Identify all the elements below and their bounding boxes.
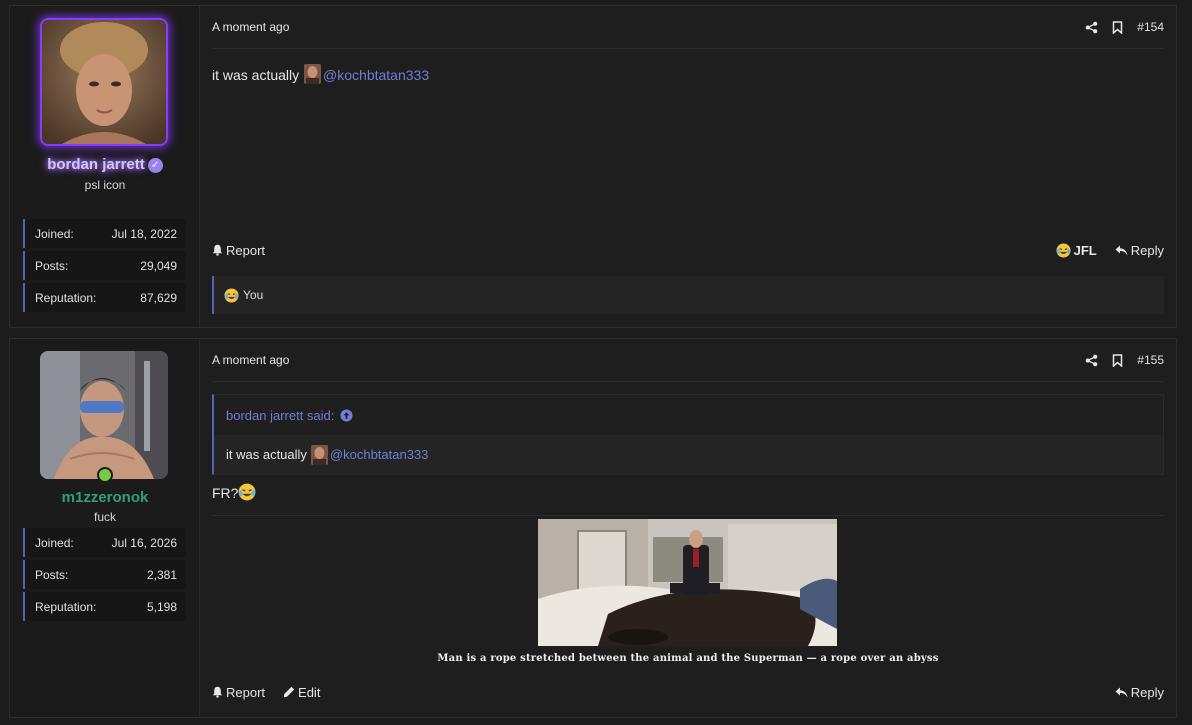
quote-author[interactable]: bordan jarrett said: — [226, 408, 334, 423]
stat-joined: Joined: Jul 16, 2026 — [23, 528, 186, 557]
post-body: it was actually @kochbtatan333 — [212, 64, 429, 84]
username[interactable]: m1zzeronok — [10, 489, 200, 506]
reply-button[interactable]: Reply — [1115, 685, 1164, 700]
stat-label: Joined: — [35, 535, 74, 550]
mention-avatar — [310, 444, 328, 465]
stat-posts[interactable]: Posts: 29,049 — [23, 251, 186, 280]
stat-label: Reputation: — [35, 599, 97, 614]
user-stats: Joined: Jul 16, 2026 Posts: 2,381 Reputa… — [23, 528, 186, 624]
stat-label: Reputation: — [35, 290, 97, 305]
stat-reputation: Reputation: 87,629 — [23, 283, 186, 312]
reply-arrow-icon — [1115, 245, 1128, 255]
signature-caption: Man is a rope stretched between the anim… — [437, 653, 939, 664]
stat-joined: Joined: Jul 18, 2022 — [23, 219, 186, 248]
laughing-crying-emoji — [239, 483, 256, 501]
quote-content: it was actually @kochbtatan333 — [214, 435, 1163, 474]
stat-value: Jul 18, 2022 — [111, 226, 177, 241]
user-stats: Joined: Jul 18, 2022 Posts: 29,049 Reput… — [23, 219, 186, 315]
bell-icon — [212, 686, 223, 698]
bell-icon — [212, 244, 223, 256]
stat-value: Jul 16, 2026 — [111, 535, 177, 550]
quote-header[interactable]: bordan jarrett said: — [214, 395, 1163, 435]
post-body: FR? — [212, 483, 1164, 516]
user-sidebar: m1zzeronok fuck Joined: Jul 16, 2026 Pos… — [10, 339, 200, 717]
post-actions: Report JFL Reply — [212, 239, 1164, 261]
post-number[interactable]: #155 — [1137, 353, 1164, 367]
post-time[interactable]: A moment ago — [212, 20, 289, 34]
check-badge-icon: ✓ — [147, 158, 163, 173]
user-title: psl icon — [84, 178, 126, 192]
post-number[interactable]: #154 — [1137, 20, 1164, 34]
post-time[interactable]: A moment ago — [212, 353, 289, 367]
share-icon[interactable] — [1085, 354, 1098, 367]
share-icon[interactable] — [1085, 21, 1098, 34]
stat-reputation: Reputation: 5,198 — [23, 592, 186, 621]
post-content: A moment ago #155 bordan jarrett said: i… — [200, 339, 1176, 717]
bookmark-icon[interactable] — [1112, 20, 1123, 34]
post-meta: A moment ago #155 — [212, 339, 1164, 382]
user-sidebar: bordan jarrett ✓ psl icon Joined: Jul 18,… — [10, 6, 200, 327]
reactions-summary[interactable]: You — [212, 276, 1164, 314]
avatar[interactable] — [40, 18, 168, 146]
bookmark-icon[interactable] — [1112, 353, 1123, 367]
username[interactable]: bordan jarrett ✓ — [10, 156, 200, 173]
avatar[interactable] — [40, 351, 168, 479]
post-155: m1zzeronok fuck Joined: Jul 16, 2026 Pos… — [9, 338, 1177, 718]
stat-label: Posts: — [35, 258, 69, 273]
post-meta-actions: #155 — [1085, 353, 1164, 367]
stat-value: 87,629 — [140, 290, 177, 305]
reply-arrow-icon — [1115, 687, 1128, 697]
reactions-users[interactable]: You — [243, 288, 263, 302]
post-meta-actions: #154 — [1085, 20, 1164, 34]
pencil-icon — [283, 686, 295, 698]
laughing-crying-emoji — [224, 287, 239, 303]
online-status-indicator — [97, 467, 113, 483]
quote-block: bordan jarrett said: it was actually @ko… — [212, 394, 1164, 475]
report-button[interactable]: Report — [212, 685, 265, 700]
stat-value: 5,198 — [146, 599, 177, 614]
mention-avatar — [304, 64, 322, 84]
stat-value[interactable]: 2,381 — [147, 568, 177, 582]
signature-gif — [538, 519, 837, 646]
report-button[interactable]: Report — [212, 243, 265, 258]
reply-button[interactable]: Reply — [1115, 243, 1164, 258]
post-154: bordan jarrett ✓ psl icon Joined: Jul 18,… — [9, 5, 1177, 328]
user-mention[interactable]: @kochbtatan333 — [323, 67, 429, 83]
stat-label: Joined: — [35, 226, 74, 241]
post-actions: Report Edit Reply — [212, 681, 1164, 703]
user-mention[interactable]: @kochbtatan333 — [330, 447, 429, 462]
user-title: fuck — [93, 510, 116, 524]
stat-value[interactable]: 29,049 — [140, 259, 177, 273]
stat-posts[interactable]: Posts: 2,381 — [23, 560, 186, 589]
edit-button[interactable]: Edit — [283, 685, 320, 700]
reaction-button[interactable]: JFL — [1056, 243, 1097, 258]
arrow-up-circle-icon[interactable] — [340, 408, 353, 422]
post-meta: A moment ago #154 — [212, 6, 1164, 49]
post-content: A moment ago #154 it was actually @kochb… — [200, 6, 1176, 327]
laughing-crying-emoji — [1056, 242, 1071, 258]
stat-label: Posts: — [35, 567, 69, 582]
